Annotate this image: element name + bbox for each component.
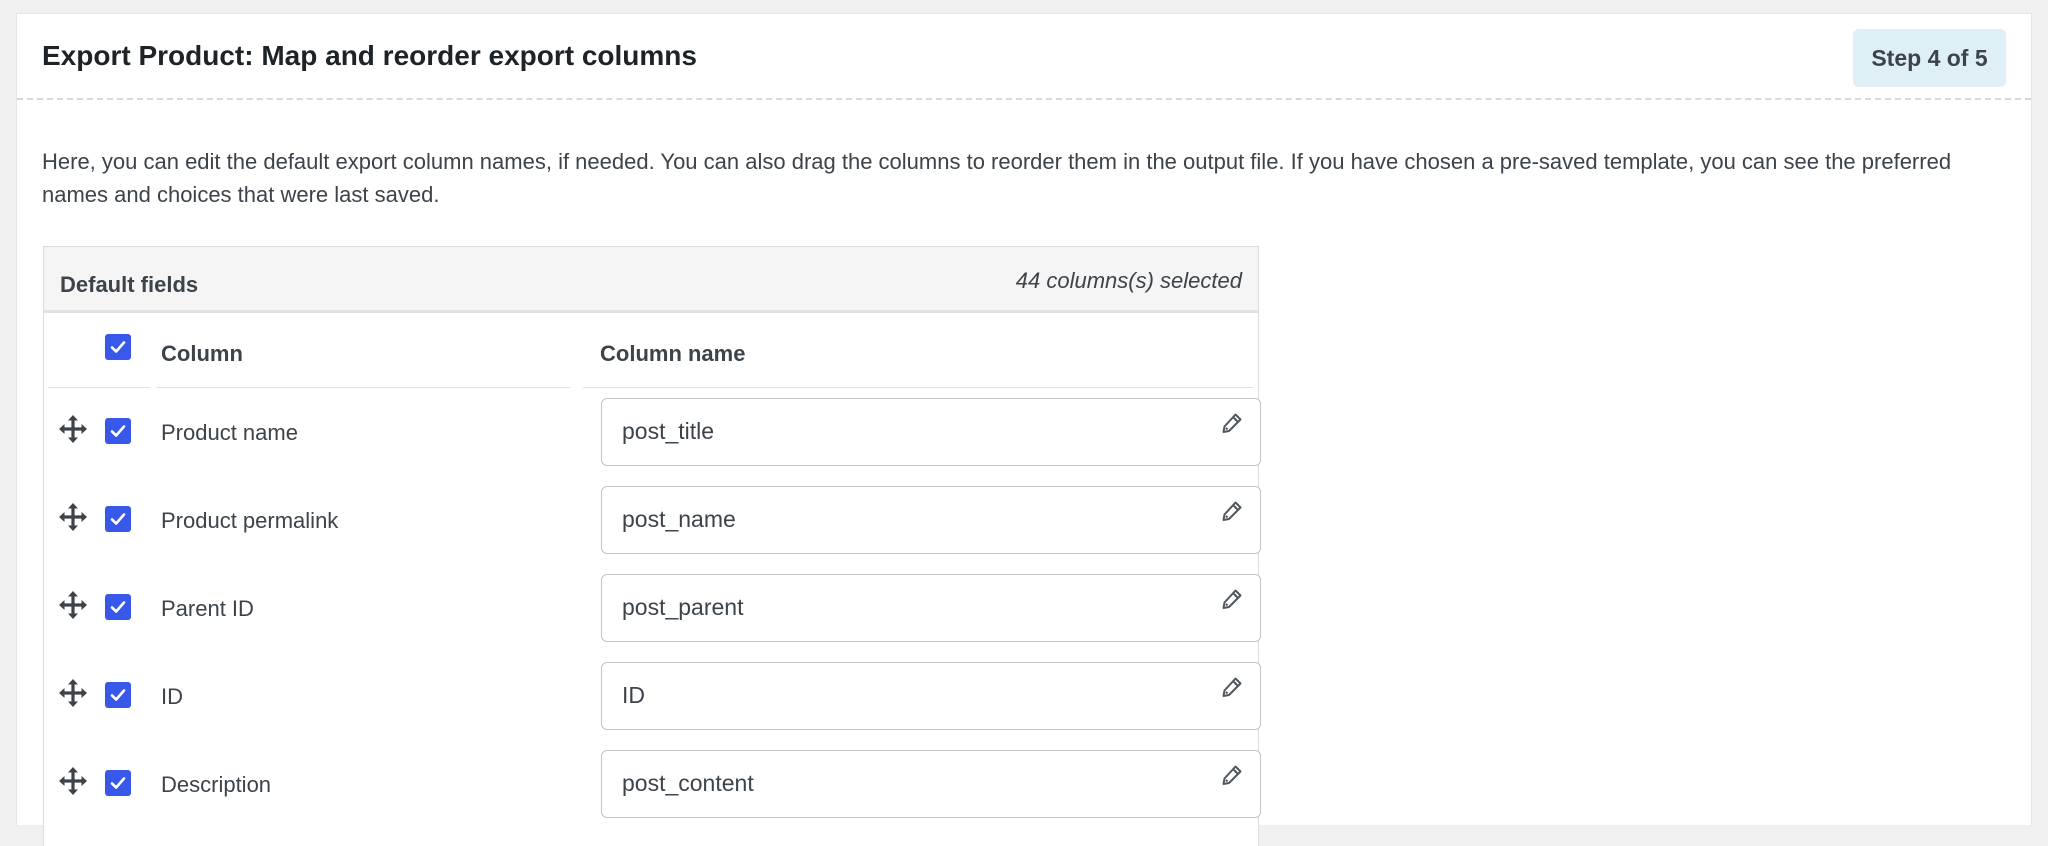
- panel-title: Default fields: [60, 272, 199, 297]
- row-checkbox[interactable]: [105, 594, 131, 620]
- checkmark-icon: [110, 601, 126, 613]
- column-name-header: Column name: [600, 341, 746, 366]
- pencil-icon[interactable]: [1220, 499, 1244, 523]
- table-row: Product permalink: [44, 486, 1261, 577]
- move-arrows-icon[interactable]: [57, 677, 89, 709]
- column-name-field[interactable]: [601, 662, 1261, 730]
- table-row: Product name: [44, 398, 1261, 489]
- table-header: Column Column name: [44, 313, 1260, 389]
- table-row: Description: [44, 750, 1261, 841]
- move-arrows-icon[interactable]: [57, 413, 89, 445]
- selected-count: 44 columns(s) selected: [1015, 268, 1242, 293]
- column-name-input[interactable]: [622, 663, 1182, 727]
- row-checkbox[interactable]: [105, 682, 131, 708]
- checkmark-icon: [110, 689, 126, 701]
- column-name-field[interactable]: [601, 574, 1261, 642]
- row-checkbox[interactable]: [105, 506, 131, 532]
- pencil-icon[interactable]: [1220, 411, 1244, 435]
- checkmark-icon: [110, 513, 126, 525]
- row-checkbox[interactable]: [105, 770, 131, 796]
- row-checkbox[interactable]: [105, 418, 131, 444]
- row-label: Parent ID: [161, 596, 254, 621]
- step-badge: Step 4 of 5: [1853, 29, 2006, 87]
- row-label: ID: [161, 684, 183, 709]
- checkmark-icon: [110, 425, 126, 437]
- column-name-input[interactable]: [622, 751, 1182, 815]
- pencil-icon[interactable]: [1220, 675, 1244, 699]
- table-row: ID: [44, 662, 1261, 753]
- row-label: Product name: [161, 420, 298, 445]
- table-row: Parent ID: [44, 574, 1261, 665]
- move-arrows-icon[interactable]: [57, 765, 89, 797]
- row-label: Product permalink: [161, 508, 339, 533]
- pencil-icon[interactable]: [1220, 763, 1244, 787]
- column-name-field[interactable]: [601, 486, 1261, 554]
- column-name-field[interactable]: [601, 750, 1261, 818]
- row-label: Description: [161, 772, 272, 797]
- pencil-icon[interactable]: [1220, 587, 1244, 611]
- page-title: Export Product: Map and reorder export c…: [42, 40, 697, 71]
- select-all-checkbox[interactable]: [105, 334, 131, 360]
- checkmark-icon: [110, 341, 126, 353]
- move-arrows-icon[interactable]: [57, 589, 89, 621]
- default-fields-panel: Default fields 44 columns(s) selected Co…: [43, 246, 1261, 846]
- column-header: Column: [161, 341, 243, 366]
- column-name-input[interactable]: [622, 575, 1182, 639]
- card-header: Export Product: Map and reorder export c…: [17, 14, 2031, 100]
- panel-header[interactable]: Default fields 44 columns(s) selected: [44, 247, 1258, 313]
- step-description: Here, you can edit the default export co…: [42, 149, 1952, 207]
- checkmark-icon: [110, 777, 126, 789]
- export-step-card: Export Product: Map and reorder export c…: [16, 13, 2032, 846]
- column-name-field[interactable]: [601, 398, 1261, 466]
- column-name-input[interactable]: [622, 399, 1182, 463]
- move-arrows-icon[interactable]: [57, 501, 89, 533]
- column-name-input[interactable]: [622, 487, 1182, 551]
